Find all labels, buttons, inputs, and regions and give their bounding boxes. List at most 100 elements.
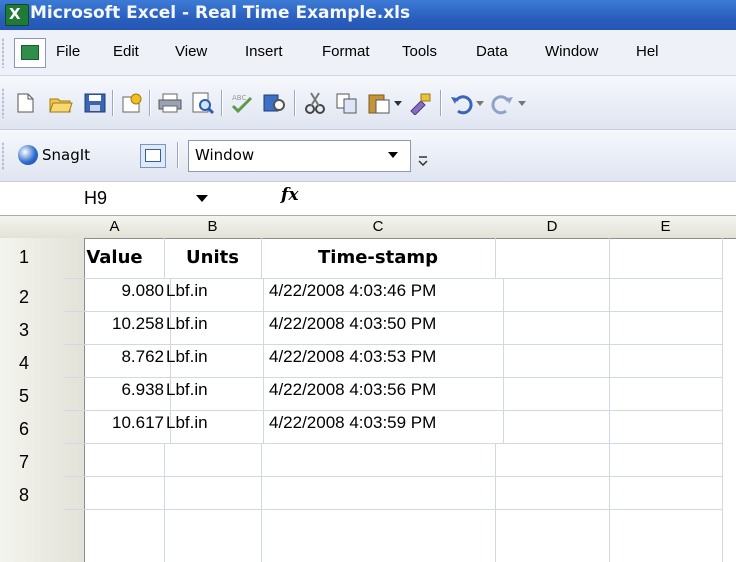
menu-insert[interactable]: Insert — [245, 43, 283, 60]
spelling-icon[interactable]: ABC — [229, 91, 255, 115]
snagit-capture-icon[interactable] — [140, 144, 166, 168]
open-icon[interactable] — [48, 91, 74, 115]
undo-icon[interactable] — [448, 91, 474, 115]
empty-cell[interactable] — [495, 509, 610, 562]
empty-cell[interactable] — [495, 344, 610, 378]
empty-cell[interactable] — [609, 377, 723, 411]
empty-cell[interactable] — [609, 278, 723, 312]
undo-dropdown-icon[interactable] — [474, 91, 486, 115]
table-cell-value[interactable]: 8.762 — [65, 344, 171, 378]
toolbar-grip-icon — [2, 88, 6, 118]
redo-dropdown-icon[interactable] — [516, 91, 528, 115]
table-cell-value[interactable]: 6.938 — [65, 377, 171, 411]
paste-icon[interactable] — [366, 91, 392, 115]
empty-cell[interactable] — [65, 476, 165, 510]
empty-cell[interactable] — [495, 410, 610, 444]
cell-c1-timestamp-header[interactable]: Time-stamp — [261, 238, 496, 279]
empty-cell[interactable] — [65, 509, 165, 562]
table-cell-value[interactable]: 9.080 — [65, 278, 171, 312]
table-cell-value[interactable]: 10.617 — [65, 410, 171, 444]
column-header-f[interactable] — [722, 216, 736, 239]
column-header-c[interactable]: C — [261, 216, 496, 239]
table-cell-units[interactable]: Lbf.in — [164, 377, 264, 411]
menu-format[interactable]: Format — [322, 43, 370, 60]
empty-cell[interactable] — [261, 476, 496, 510]
empty-cell[interactable] — [65, 443, 165, 477]
standard-toolbar: ABC — [0, 76, 736, 130]
empty-cell[interactable] — [495, 311, 610, 345]
table-cell-units[interactable]: Lbf.in — [164, 344, 264, 378]
cell-a1-value-header[interactable]: Value — [65, 238, 165, 279]
empty-cell[interactable] — [495, 476, 610, 510]
empty-cell[interactable] — [261, 443, 496, 477]
cell-e1[interactable] — [609, 238, 723, 279]
table-cell-timestamp[interactable]: 4/22/2008 4:03:56 PM — [261, 377, 504, 411]
format-painter-icon[interactable] — [407, 91, 433, 115]
new-icon[interactable] — [12, 91, 38, 115]
name-box-dropdown-icon[interactable] — [196, 195, 208, 202]
insert-function-icon[interactable]: fx — [281, 185, 298, 205]
table-cell-units[interactable]: Lbf.in — [164, 410, 264, 444]
table-cell-units[interactable]: Lbf.in — [164, 278, 264, 312]
toolbar-separator — [149, 90, 151, 116]
permission-icon[interactable] — [119, 91, 145, 115]
table-cell-timestamp[interactable]: 4/22/2008 4:03:50 PM — [261, 311, 504, 345]
cell-b1-units-header[interactable]: Units — [164, 238, 262, 279]
empty-cell[interactable] — [164, 509, 262, 562]
svg-text:ABC: ABC — [232, 94, 246, 102]
paste-dropdown-icon[interactable] — [392, 91, 404, 115]
redo-icon[interactable] — [490, 91, 516, 115]
name-box-value: H9 — [84, 188, 108, 208]
empty-cell[interactable] — [609, 344, 723, 378]
table-cell-value[interactable]: 10.258 — [65, 311, 171, 345]
capture-mode-select[interactable]: Window — [188, 140, 411, 172]
empty-cell[interactable] — [495, 377, 610, 411]
column-header-e[interactable]: E — [609, 216, 723, 239]
empty-cell[interactable] — [164, 443, 262, 477]
formula-input[interactable] — [318, 185, 736, 213]
toolbar-separator — [440, 90, 442, 116]
title-bar: X Microsoft Excel - Real Time Example.xl… — [0, 0, 736, 30]
cell-d1[interactable] — [495, 238, 610, 279]
menu-help[interactable]: Hel — [636, 43, 659, 60]
column-header-b[interactable]: B — [164, 216, 262, 239]
copy-icon[interactable] — [334, 91, 360, 115]
print-icon[interactable] — [157, 91, 183, 115]
table-cell-timestamp[interactable]: 4/22/2008 4:03:46 PM — [261, 278, 504, 312]
table-cell-timestamp[interactable]: 4/22/2008 4:03:59 PM — [261, 410, 504, 444]
research-icon[interactable] — [262, 91, 288, 115]
menu-data[interactable]: Data — [476, 43, 508, 60]
worksheet-grid[interactable]: A B C D E 1 2 3 4 5 6 7 8 Value Units Ti… — [0, 216, 736, 562]
workbook-icon[interactable] — [14, 38, 46, 68]
menu-file[interactable]: File — [56, 43, 80, 60]
empty-cell[interactable] — [164, 476, 262, 510]
select-all-corner[interactable] — [0, 216, 66, 239]
menu-tools[interactable]: Tools — [402, 43, 437, 60]
snagit-label[interactable]: SnagIt — [42, 146, 90, 164]
menu-edit[interactable]: Edit — [113, 43, 139, 60]
empty-cell[interactable] — [261, 509, 496, 562]
menu-view[interactable]: View — [175, 43, 207, 60]
empty-cell[interactable] — [609, 443, 723, 477]
toolbar-separator — [294, 90, 296, 116]
cut-icon[interactable] — [302, 91, 328, 115]
toolbar-options-icon[interactable] — [418, 156, 428, 166]
empty-cell[interactable] — [609, 476, 723, 510]
column-header-a[interactable]: A — [65, 216, 165, 239]
empty-cell[interactable] — [609, 311, 723, 345]
chevron-down-icon[interactable] — [388, 152, 398, 158]
excel-app-icon[interactable]: X — [5, 4, 29, 26]
empty-cell[interactable] — [495, 278, 610, 312]
save-icon[interactable] — [82, 91, 108, 115]
print-preview-icon[interactable] — [190, 91, 216, 115]
toolbar-separator — [177, 142, 179, 168]
empty-cell[interactable] — [495, 443, 610, 477]
empty-cell[interactable] — [609, 410, 723, 444]
table-cell-timestamp[interactable]: 4/22/2008 4:03:53 PM — [261, 344, 504, 378]
menu-window[interactable]: Window — [545, 43, 598, 60]
column-header-d[interactable]: D — [495, 216, 610, 239]
table-cell-units[interactable]: Lbf.in — [164, 311, 264, 345]
snagit-icon[interactable] — [18, 145, 38, 165]
name-box[interactable]: H9 — [10, 186, 238, 212]
empty-cell[interactable] — [609, 509, 723, 562]
